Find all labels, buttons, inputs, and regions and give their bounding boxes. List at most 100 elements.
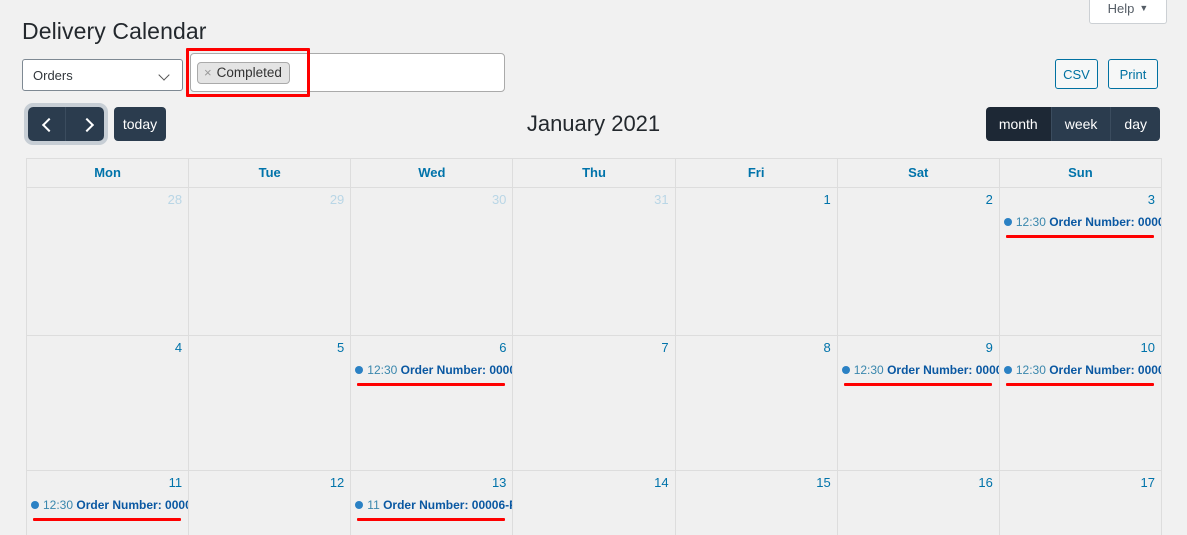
delivery-calendar-page: Help ▼ Delivery Calendar Orders × Comple… <box>0 0 1187 535</box>
annotation-underline <box>357 518 506 521</box>
chevron-right-icon <box>81 120 90 129</box>
calendar-day-cell[interactable]: 31 <box>513 188 676 335</box>
day-header-mon: Mon <box>27 159 190 187</box>
calendar-event[interactable]: 12:30 Order Number: 00005 <box>1003 363 1161 378</box>
calendar-toolbar: January 2021 today month week day <box>0 103 1187 145</box>
status-filter-field[interactable]: × Completed <box>190 53 505 92</box>
close-icon[interactable]: × <box>204 66 212 79</box>
event-time: 12:30 <box>367 363 398 377</box>
calendar-day-cell[interactable]: 3 12:30 Order Number: 00002 <box>1000 188 1161 335</box>
event-time: 12:30 <box>1015 215 1046 229</box>
day-number: 1 <box>823 192 831 207</box>
event-dot-icon <box>841 365 850 374</box>
day-number: 8 <box>823 340 831 355</box>
calendar-day-cell[interactable]: 15 <box>676 471 838 535</box>
event-title: Order Number: 00004 <box>887 363 1000 377</box>
event-title: Order Number: 00003 <box>400 363 514 377</box>
calendar-week-row: 4 5 6 12:30 Order Number: 00003 7 8 9 12:30 Ord… <box>27 336 1161 471</box>
day-number: 17 <box>1140 475 1155 490</box>
calendar-day-cell[interactable]: 11 12:30 Order Number: 00001 <box>27 471 190 535</box>
annotation-underline <box>1005 235 1154 238</box>
day-number: 9 <box>985 340 993 355</box>
calendar-view-switcher: month week day <box>985 107 1160 141</box>
calendar-day-cell[interactable]: 14 <box>513 471 676 535</box>
calendar-day-cell[interactable]: 10 12:30 Order Number: 00005 <box>1000 336 1161 470</box>
event-title: Order Number: 00005 <box>1049 363 1161 377</box>
day-number: 12 <box>329 475 345 490</box>
calendar-day-cell[interactable]: 13 11 Order Number: 00006-P <box>351 471 514 535</box>
event-title: Order Number: 00002 <box>1049 215 1161 229</box>
help-label: Help <box>1107 1 1135 16</box>
print-button[interactable]: Print <box>1108 59 1158 89</box>
calendar-day-cell[interactable]: 28 <box>27 188 190 335</box>
day-header-fri: Fri <box>676 159 838 187</box>
event-dot-icon <box>31 500 39 509</box>
calendar-weeks: 28 29 30 31 1 2 3 12:30 Order Number: 00002 4 5 6 1… <box>27 188 1161 535</box>
calendar-week-row: 28 29 30 31 1 2 3 12:30 Order Number: 00002 <box>27 188 1161 336</box>
calendar-event[interactable]: 11 Order Number: 00006-P <box>355 498 512 513</box>
calendar-day-cell[interactable]: 2 <box>838 188 1000 335</box>
calendar-day-cell[interactable]: 29 <box>189 188 352 335</box>
view-week-button[interactable]: week <box>1051 107 1112 141</box>
next-month-button[interactable] <box>66 107 104 141</box>
day-header-thu: Thu <box>513 159 676 187</box>
event-time: 12:30 <box>1015 363 1046 377</box>
calendar-day-cell[interactable]: 9 12:30 Order Number: 00004 <box>838 336 1000 470</box>
today-button[interactable]: today <box>114 107 166 141</box>
calendar-event[interactable]: 12:30 Order Number: 00002 <box>1003 215 1161 230</box>
day-number: 3 <box>1147 192 1155 207</box>
view-day-button[interactable]: day <box>1111 107 1160 141</box>
day-number: 2 <box>985 192 993 207</box>
day-number: 30 <box>491 192 507 207</box>
calendar-type-select-value: Orders <box>33 67 73 83</box>
page-title: Delivery Calendar <box>22 18 207 44</box>
day-number: 16 <box>978 475 993 490</box>
chevron-down-icon: ▼ <box>1139 3 1149 13</box>
help-button[interactable]: Help ▼ <box>1089 0 1167 24</box>
day-number: 28 <box>167 192 183 207</box>
event-title: Order Number: 00001 <box>76 498 190 512</box>
day-number: 29 <box>329 192 345 207</box>
event-time: 12:30 <box>853 363 884 377</box>
calendar-type-select[interactable]: Orders <box>22 59 183 91</box>
day-number: 14 <box>654 475 669 490</box>
day-number: 10 <box>1140 340 1155 355</box>
calendar-day-cell[interactable]: 12 <box>189 471 352 535</box>
calendar-day-cell[interactable]: 6 12:30 Order Number: 00003 <box>351 336 514 470</box>
annotation-underline <box>357 383 506 386</box>
day-number: 5 <box>337 340 345 355</box>
status-filter-tag[interactable]: × Completed <box>197 61 290 84</box>
day-header-sat: Sat <box>838 159 1000 187</box>
calendar-day-cell[interactable]: 1 <box>676 188 838 335</box>
event-dot-icon <box>1003 365 1012 374</box>
calendar-week-row: 11 12:30 Order Number: 00001 12 13 11 Order … <box>27 471 1161 535</box>
event-title: Order Number: 00006-P <box>383 498 514 512</box>
day-number: 4 <box>174 340 183 355</box>
status-filter-tag-label: Completed <box>216 64 282 80</box>
calendar-day-cell[interactable]: 16 <box>838 471 1000 535</box>
event-dot-icon <box>1003 217 1012 226</box>
day-header-wed: Wed <box>351 159 514 187</box>
calendar-day-cell[interactable]: 4 <box>27 336 190 470</box>
day-number: 13 <box>491 475 507 490</box>
calendar-day-cell[interactable]: 17 <box>1000 471 1161 535</box>
day-header-sun: Sun <box>1068 165 1093 180</box>
view-month-button[interactable]: month <box>985 107 1052 141</box>
calendar-event[interactable]: 12:30 Order Number: 00004 <box>841 363 1000 378</box>
calendar-day-cell[interactable]: 5 <box>189 336 352 470</box>
prev-month-button[interactable] <box>28 107 66 141</box>
csv-button[interactable]: CSV <box>1055 59 1098 89</box>
day-number: 7 <box>661 340 669 355</box>
event-time: 12:30 <box>43 498 74 512</box>
calendar-event[interactable]: 12:30 Order Number: 00001 <box>31 498 188 513</box>
day-number: 31 <box>654 192 669 207</box>
calendar-day-cell[interactable]: 30 <box>351 188 514 335</box>
chevron-down-icon <box>160 70 170 80</box>
day-number: 15 <box>816 475 831 490</box>
calendar-day-cell[interactable]: 7 <box>513 336 676 470</box>
calendar-day-cell[interactable]: 8 <box>676 336 838 470</box>
calendar-day-header-row: Mon Tue Wed Thu Fri Sat Sun <box>27 159 1161 188</box>
day-number: 6 <box>499 340 507 355</box>
event-time: 11 <box>367 498 380 512</box>
calendar-event[interactable]: 12:30 Order Number: 00003 <box>355 363 512 378</box>
